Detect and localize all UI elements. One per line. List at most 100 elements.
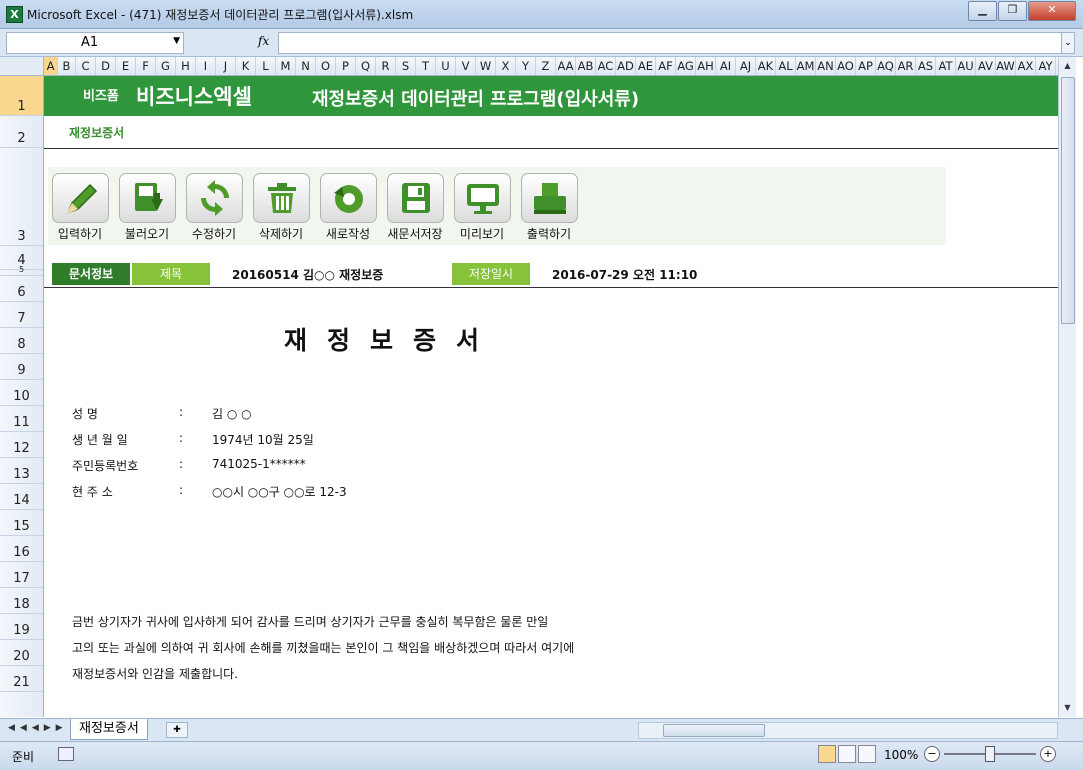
maximize-button[interactable]: ❐ xyxy=(998,1,1027,21)
column-header[interactable]: L xyxy=(256,57,276,75)
saved-at-value[interactable]: 2016-07-29 오전 11:10 xyxy=(552,266,697,283)
column-header[interactable]: U xyxy=(436,57,456,75)
row-header[interactable]: 14 xyxy=(0,484,43,510)
column-header[interactable]: B xyxy=(58,57,76,75)
field-value-birthdate[interactable]: 1974년 10월 25일 xyxy=(212,431,314,448)
column-header[interactable]: G xyxy=(156,57,176,75)
normal-view-icon[interactable] xyxy=(818,745,836,763)
zoom-slider-thumb[interactable] xyxy=(985,746,995,762)
column-header[interactable]: Q xyxy=(356,57,376,75)
page-layout-view-icon[interactable] xyxy=(838,745,856,763)
column-header[interactable]: AN xyxy=(816,57,836,75)
column-header[interactable]: AT xyxy=(936,57,956,75)
row-header[interactable]: 15 xyxy=(0,510,43,536)
paragraph-line[interactable]: 재정보증서와 인감을 제출합니다. xyxy=(72,665,238,682)
row-header[interactable]: 1 xyxy=(0,76,43,116)
edit-button[interactable]: 수정하기 xyxy=(182,167,246,245)
column-header[interactable]: AL xyxy=(776,57,796,75)
field-value-resident-id[interactable]: 741025-1****** xyxy=(212,457,306,471)
column-header[interactable]: N xyxy=(296,57,316,75)
scroll-down-icon[interactable]: ▼ xyxy=(1061,701,1074,715)
field-value-name[interactable]: 김 ○ ○ xyxy=(212,405,252,422)
formula-input[interactable] xyxy=(278,32,1064,54)
column-header[interactable]: AX xyxy=(1016,57,1036,75)
input-button[interactable]: 입력하기 xyxy=(48,167,112,245)
column-header[interactable]: R xyxy=(376,57,396,75)
row-header[interactable]: 2 xyxy=(0,116,43,148)
field-value-address[interactable]: ○○시 ○○구 ○○로 12-3 xyxy=(212,483,347,500)
column-header[interactable]: AB xyxy=(576,57,596,75)
column-header[interactable]: AQ xyxy=(876,57,896,75)
row-header[interactable]: 12 xyxy=(0,432,43,458)
select-all-corner[interactable] xyxy=(0,57,44,75)
column-header[interactable]: S xyxy=(396,57,416,75)
save-new-button[interactable]: 새문서저장 xyxy=(383,167,447,245)
column-header[interactable]: AA xyxy=(556,57,576,75)
column-header[interactable]: T xyxy=(416,57,436,75)
vertical-scrollbar[interactable]: ▲ ▼ xyxy=(1058,57,1076,717)
vertical-scroll-thumb[interactable] xyxy=(1061,77,1075,324)
row-header[interactable]: 10 xyxy=(0,380,43,406)
column-header[interactable]: AR xyxy=(896,57,916,75)
column-header[interactable]: I xyxy=(196,57,216,75)
scroll-up-icon[interactable]: ▲ xyxy=(1061,59,1074,73)
paragraph-line[interactable]: 고의 또는 과실에 의하여 귀 회사에 손해를 끼쳤을때는 본인이 그 책임을 … xyxy=(72,639,574,656)
print-button[interactable]: 출력하기 xyxy=(517,167,581,245)
column-header[interactable]: AS xyxy=(916,57,936,75)
row-header[interactable]: 16 xyxy=(0,536,43,562)
row-header[interactable]: 3 xyxy=(0,148,43,246)
row-header[interactable]: 17 xyxy=(0,562,43,588)
column-header[interactable]: P xyxy=(336,57,356,75)
column-header[interactable]: V xyxy=(456,57,476,75)
column-header[interactable]: Z xyxy=(536,57,556,75)
name-box[interactable]: A1 ▼ xyxy=(6,32,184,54)
column-header[interactable]: H xyxy=(176,57,196,75)
column-header[interactable]: AO xyxy=(836,57,856,75)
page-break-view-icon[interactable] xyxy=(858,745,876,763)
column-header[interactable]: Y xyxy=(516,57,536,75)
column-header[interactable]: AF xyxy=(656,57,676,75)
column-header[interactable]: F xyxy=(136,57,156,75)
column-header[interactable]: E xyxy=(116,57,136,75)
macro-record-icon[interactable] xyxy=(58,747,74,761)
load-button[interactable]: 불러오기 xyxy=(115,167,179,245)
new-document-button[interactable]: 새로작성 xyxy=(316,167,380,245)
column-header[interactable]: AE xyxy=(636,57,656,75)
column-header[interactable]: AY xyxy=(1036,57,1056,75)
zoom-in-icon[interactable]: + xyxy=(1040,746,1056,762)
sheet-tab-active[interactable]: 재정보증서 xyxy=(70,719,148,740)
worksheet-grid[interactable]: 비즈폼 비즈니스엑셀 재정보증서 데이터관리 프로그램(입사서류) 재정보증서 … xyxy=(44,76,1058,717)
column-header[interactable]: X xyxy=(496,57,516,75)
row-header[interactable]: 9 xyxy=(0,354,43,380)
horizontal-scrollbar[interactable] xyxy=(638,722,1058,739)
column-header[interactable]: W xyxy=(476,57,496,75)
title-value[interactable]: 20160514 김○○ 재정보증 xyxy=(232,266,383,283)
zoom-out-icon[interactable]: − xyxy=(924,746,940,762)
column-header[interactable]: AI xyxy=(716,57,736,75)
row-header[interactable]: 19 xyxy=(0,614,43,640)
column-header[interactable]: K xyxy=(236,57,256,75)
column-header[interactable]: AD xyxy=(616,57,636,75)
row-header[interactable]: 11 xyxy=(0,406,43,432)
minimize-button[interactable]: ▁ xyxy=(968,1,997,21)
column-header[interactable]: AJ xyxy=(736,57,756,75)
column-header[interactable]: C xyxy=(76,57,96,75)
close-button[interactable]: ✕ xyxy=(1028,1,1076,21)
row-header[interactable]: 20 xyxy=(0,640,43,666)
horizontal-scroll-thumb[interactable] xyxy=(663,724,765,737)
sheet-nav-arrows-icon[interactable]: ◀◀◀▶▶ xyxy=(8,723,68,733)
chevron-down-icon[interactable]: ▼ xyxy=(173,36,180,46)
column-header[interactable]: AG xyxy=(676,57,696,75)
column-header[interactable]: AH xyxy=(696,57,716,75)
column-header[interactable]: AP xyxy=(856,57,876,75)
row-header[interactable]: 6 xyxy=(0,276,43,302)
preview-button[interactable]: 미리보기 xyxy=(450,167,514,245)
delete-button[interactable]: 삭제하기 xyxy=(249,167,313,245)
function-icon[interactable]: fx xyxy=(258,34,269,48)
row-header[interactable]: 18 xyxy=(0,588,43,614)
column-header[interactable]: J xyxy=(216,57,236,75)
paragraph-line[interactable]: 금번 상기자가 귀사에 입사하게 되어 감사를 드리며 상기자가 근무를 충실히… xyxy=(72,613,548,630)
column-header[interactable]: A xyxy=(44,57,58,75)
row-header[interactable]: 13 xyxy=(0,458,43,484)
row-header[interactable]: 8 xyxy=(0,328,43,354)
